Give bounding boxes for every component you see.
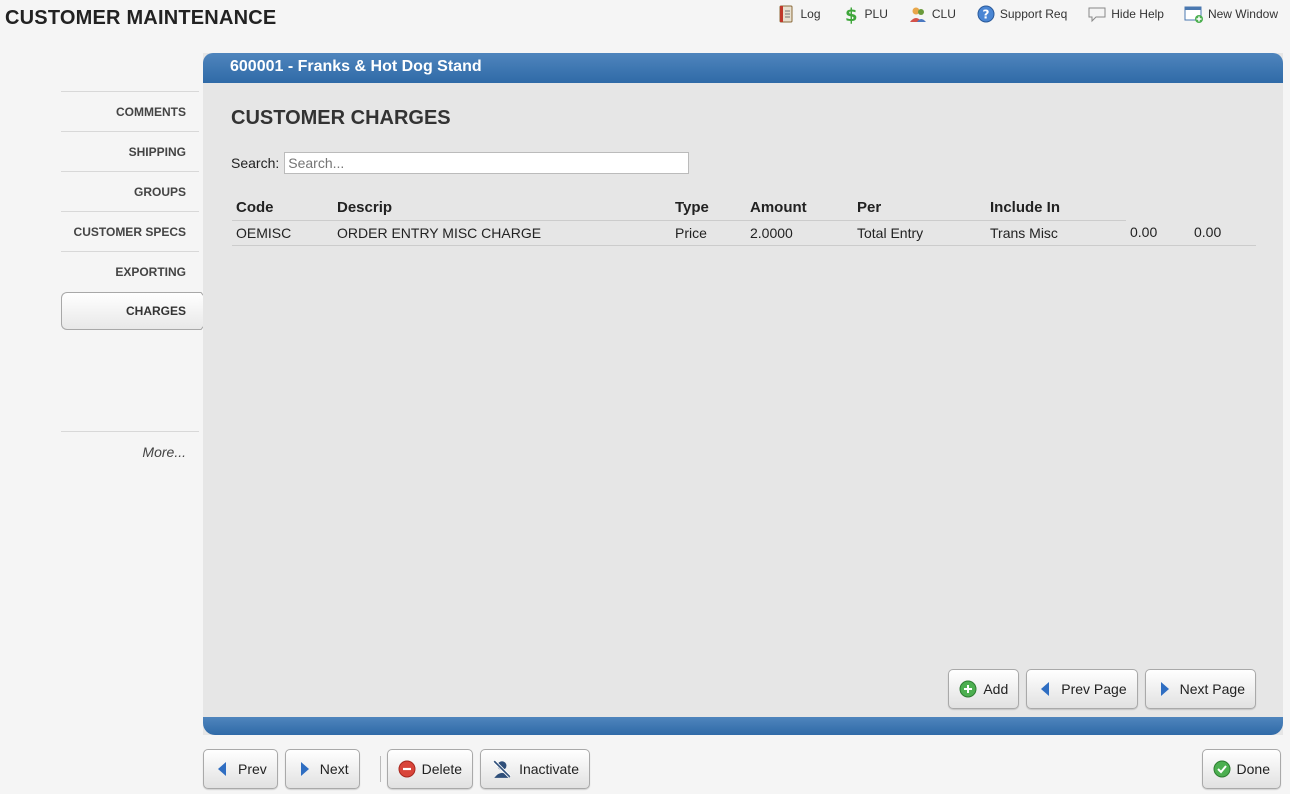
new-window-link[interactable]: New Window [1184,4,1278,24]
inactivate-button[interactable]: Inactivate [480,749,590,789]
sidebar-item-shipping[interactable]: SHIPPING [61,131,199,171]
help-icon: ? [977,5,995,23]
col-amount[interactable]: Amount [746,195,853,221]
next-page-label: Next Page [1179,681,1245,697]
plu-label: PLU [864,7,888,21]
sidebar-item-groups[interactable]: GROUPS [61,171,199,211]
main-panel: 600001 - Franks & Hot Dog Stand CUSTOMER… [203,53,1283,735]
next-label: Next [319,761,349,777]
sidebar-more-link[interactable]: More... [61,431,199,471]
arrow-left-icon [218,762,226,776]
done-label: Done [1236,761,1270,777]
clu-label: CLU [931,7,956,21]
cell-per: Total Entry [853,220,986,246]
support-req-label: Support Req [999,7,1068,21]
panel-footer-bar [203,717,1283,735]
add-label: Add [983,681,1009,697]
sidebar-item-label: COMMENTS [116,104,186,119]
col-include-in[interactable]: Include In [986,195,1126,221]
next-button[interactable]: Next [284,749,360,789]
search-label: Search: [231,155,280,171]
arrow-left-icon [1041,682,1050,696]
search-input[interactable] [284,152,690,174]
check-icon [1213,760,1231,778]
sidebar-item-label: EXPORTING [115,264,186,279]
prev-page-label: Prev Page [1061,681,1127,697]
new-window-label: New Window [1207,7,1278,21]
sidebar-item-exporting[interactable]: EXPORTING [61,251,199,291]
toolbar-divider [379,756,381,782]
col-code[interactable]: Code [232,195,333,221]
table-row[interactable]: OEMISC ORDER ENTRY MISC CHARGE Price 2.0… [232,220,1256,246]
plu-link[interactable]: $ PLU [841,4,888,24]
cell-value-1: 0.00 [1126,220,1190,246]
cell-code: OEMISC [232,220,333,246]
users-icon [909,7,926,22]
log-label: Log [800,7,821,21]
record-action-bar: Prev Next Delete Inactivate [203,749,597,789]
col-extra-2 [1190,195,1256,220]
search-row: Search: [231,152,690,174]
cell-descrip: ORDER ENTRY MISC CHARGE [333,220,671,246]
top-toolbar: Log $ PLU CLU ? Support Req Hide Help Ne… [756,4,1278,24]
page-title: CUSTOMER MAINTENANCE [5,7,277,29]
cell-value-2: 0.00 [1190,220,1256,246]
user-inactivate-icon [493,760,512,778]
add-icon [959,680,977,698]
cell-amount: 2.0000 [746,220,853,246]
prev-label: Prev [238,761,267,777]
panel-header-title: 600001 - Franks & Hot Dog Stand [203,53,1283,83]
done-wrap: Done [1201,749,1281,789]
col-type[interactable]: Type [671,195,746,221]
delete-label: Delete [421,761,463,777]
panel-button-group: Add Prev Page Next Page [948,669,1256,709]
section-title: CUSTOMER CHARGES [231,107,451,129]
hide-help-label: Hide Help [1111,7,1164,21]
col-descrip[interactable]: Descrip [333,195,671,221]
dollar-icon: $ [845,5,858,24]
clu-link[interactable]: CLU [908,4,956,24]
sidebar-nav: COMMENTS SHIPPING GROUPS CUSTOMER SPECS … [61,91,217,471]
col-extra-1 [1126,195,1190,220]
done-button[interactable]: Done [1201,749,1281,789]
cell-type: Price [671,220,746,246]
hide-help-link[interactable]: Hide Help [1087,4,1164,24]
sidebar-item-comments[interactable]: COMMENTS [61,91,199,131]
add-button[interactable]: Add [948,669,1020,709]
table-header-row: Code Descrip Type Amount Per Include In [232,195,1256,221]
sidebar-item-label: CHARGES [125,304,186,318]
delete-button[interactable]: Delete [386,749,474,789]
arrow-right-icon [1160,682,1169,696]
new-window-icon [1184,6,1203,23]
prev-page-button[interactable]: Prev Page [1026,669,1138,709]
delete-icon [398,760,416,778]
inactivate-label: Inactivate [519,761,579,777]
log-link[interactable]: Log [776,4,821,24]
sidebar-item-label: CUSTOMER SPECS [73,224,186,239]
charges-table: Code Descrip Type Amount Per Include In … [232,195,1256,246]
sidebar-item-customer-specs[interactable]: CUSTOMER SPECS [61,211,199,251]
support-req-link[interactable]: ? Support Req [976,4,1067,24]
next-page-button[interactable]: Next Page [1144,669,1256,709]
sidebar-item-label: SHIPPING [128,144,186,159]
speech-bubble-icon [1088,7,1106,23]
notebook-icon [779,5,793,23]
arrow-right-icon [300,762,309,776]
svg-text:$: $ [845,5,858,24]
prev-button[interactable]: Prev [203,749,278,789]
sidebar-item-label: GROUPS [133,184,186,199]
col-per[interactable]: Per [853,195,986,221]
svg-text:?: ? [982,8,989,22]
sidebar-item-charges[interactable]: CHARGES [61,292,217,330]
cell-include-in: Trans Misc [986,220,1126,246]
